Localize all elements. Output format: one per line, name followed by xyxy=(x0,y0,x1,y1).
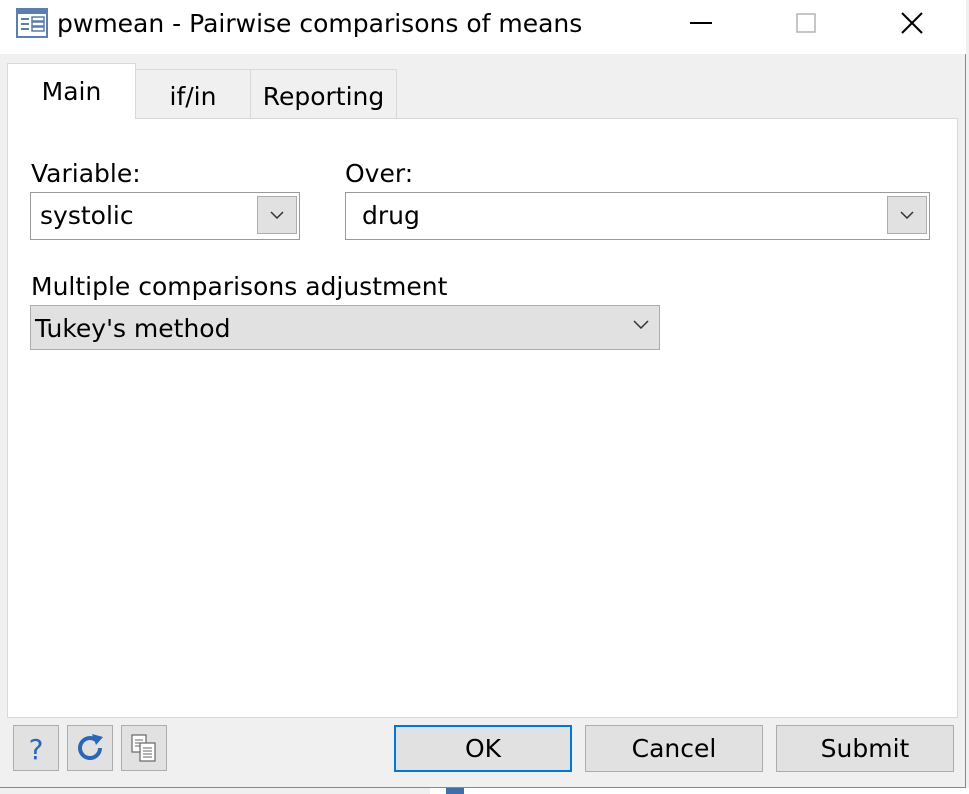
reset-icon xyxy=(78,734,103,760)
adjustment-value: Tukey's method xyxy=(35,314,231,343)
variable-dropdown-button[interactable] xyxy=(257,196,297,234)
tab-label: Reporting xyxy=(262,81,385,111)
over-dropdown-button[interactable] xyxy=(887,196,927,234)
window-title: pwmean - Pairwise comparisons of means xyxy=(57,9,583,38)
help-button[interactable]: ? xyxy=(13,725,59,771)
variable-label: Variable: xyxy=(31,159,141,188)
chevron-down-icon xyxy=(900,211,914,219)
chevron-down-icon xyxy=(633,320,649,329)
variable-value[interactable]: systolic xyxy=(40,201,134,230)
over-value[interactable]: drug xyxy=(362,201,420,230)
dialog-window: pwmean - Pairwise comparisons of means M… xyxy=(0,0,966,788)
adjustment-select[interactable]: Tukey's method xyxy=(30,305,660,350)
minimize-icon xyxy=(690,22,712,24)
cancel-button[interactable]: Cancel xyxy=(585,725,763,772)
title-bar[interactable]: pwmean - Pairwise comparisons of means xyxy=(0,0,966,54)
chevron-down-icon xyxy=(270,211,284,219)
svg-text:?: ? xyxy=(29,733,44,763)
maximize-icon xyxy=(796,13,816,33)
tab-label: Main xyxy=(41,77,102,106)
reset-button[interactable] xyxy=(67,725,113,771)
tab-main[interactable]: Main xyxy=(7,63,136,119)
copy-command-icon xyxy=(131,734,156,762)
copy-command-button[interactable] xyxy=(121,725,167,771)
submit-button[interactable]: Submit xyxy=(776,725,954,772)
close-button[interactable] xyxy=(862,0,962,46)
background-window-accent xyxy=(446,788,464,794)
minimize-button[interactable] xyxy=(651,0,751,46)
adjustment-label: Multiple comparisons adjustment xyxy=(31,272,448,301)
dialog-icon xyxy=(16,8,48,38)
ok-button[interactable]: OK xyxy=(394,725,572,772)
background-window-edge xyxy=(430,788,969,794)
over-combobox[interactable]: drug xyxy=(345,192,930,240)
tab-if-in[interactable]: if/in xyxy=(135,69,251,118)
tab-reporting[interactable]: Reporting xyxy=(250,69,397,118)
over-label: Over: xyxy=(345,159,414,188)
variable-combobox[interactable]: systolic xyxy=(30,192,300,240)
maximize-button[interactable] xyxy=(756,0,856,46)
help-icon: ? xyxy=(29,733,44,763)
close-icon xyxy=(901,12,923,34)
tab-label: if/in xyxy=(169,81,217,111)
